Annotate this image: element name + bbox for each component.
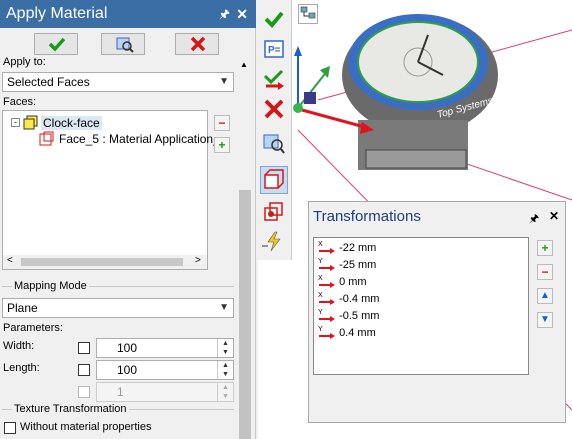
disabled-checkbox <box>78 386 90 398</box>
body-select-icon[interactable] <box>262 200 286 224</box>
tree-item-label: Face_5 : Material Application_ <box>59 132 220 146</box>
tree-item-face[interactable]: Face_5 : Material Application_ <box>39 131 220 147</box>
apply-to-select[interactable]: Selected Faces ▼ <box>2 72 234 92</box>
parameters-label: Parameters: <box>3 322 63 334</box>
add-face-button[interactable]: + <box>214 137 230 153</box>
remove-transformation-button[interactable]: − <box>537 264 553 280</box>
svg-text:P=: P= <box>268 45 281 56</box>
apply-material-panel: Apply Material 🖈 ✕ Apply to: Selected Fa… <box>0 0 256 439</box>
lightning-icon[interactable] <box>262 230 286 252</box>
width-label: Width: <box>3 340 35 352</box>
remove-face-button[interactable]: − <box>214 115 230 131</box>
vertical-scrollbar[interactable]: ▲ <box>237 60 253 439</box>
texture-transformation-label: Texture Transformation <box>12 403 129 415</box>
disabled-value: 1 <box>117 385 124 399</box>
y-scale-icon: Y <box>318 309 336 323</box>
scroll-thumb[interactable] <box>21 258 183 266</box>
transformation-value: 0 mm <box>339 276 367 288</box>
tree-item-clock-face[interactable]: - Clock-face <box>11 115 211 131</box>
mapping-mode-value: Plane <box>7 301 38 315</box>
move-down-button[interactable]: ▼ <box>537 312 553 328</box>
preview-button[interactable] <box>101 33 145 55</box>
without-material-label: Without material properties <box>20 421 152 433</box>
list-item[interactable]: Y -25 mm <box>318 257 376 273</box>
preview-icon[interactable] <box>262 132 286 154</box>
chevron-down-icon: ▼ <box>219 302 229 313</box>
close-icon[interactable]: ✕ <box>549 209 559 223</box>
scroll-left-icon[interactable]: < <box>7 255 13 266</box>
list-item[interactable]: X -22 mm <box>318 240 376 256</box>
hierarchy-icon <box>300 6 316 19</box>
x-scale-icon: X <box>318 292 336 306</box>
list-item[interactable]: X -0.4 mm <box>318 291 379 307</box>
scroll-up-icon[interactable]: ▲ <box>240 60 248 69</box>
transformation-value: -25 mm <box>339 259 377 271</box>
transformation-value: -0.5 mm <box>339 310 380 322</box>
length-label: Length: <box>3 362 40 374</box>
list-item[interactable]: Y -0.5 mm <box>318 308 379 324</box>
list-item[interactable]: Y 0.4 mm <box>318 325 376 341</box>
body-icon <box>23 115 38 130</box>
parameters-icon[interactable]: P= <box>262 38 286 60</box>
cancel-icon[interactable] <box>262 98 286 120</box>
preview-icon <box>116 37 134 53</box>
spin-icon: ▲ ▼ <box>217 383 233 401</box>
collapse-icon[interactable]: - <box>11 118 20 127</box>
ok-button[interactable] <box>34 33 78 55</box>
add-transformation-button[interactable]: + <box>537 240 553 256</box>
checkmark-icon <box>48 37 66 52</box>
spin-icon[interactable]: ▲ ▼ <box>217 361 233 379</box>
faces-label: Faces: <box>3 96 37 108</box>
disabled-input: 1 ▲ ▼ <box>96 382 234 402</box>
accept-icon[interactable] <box>262 8 286 30</box>
apply-to-value: Selected Faces <box>7 75 90 89</box>
transformation-value: -0.4 mm <box>339 293 380 305</box>
horizontal-scrollbar[interactable]: < > <box>3 255 207 269</box>
list-item[interactable]: X 0 mm <box>318 274 367 290</box>
length-value: 100 <box>117 363 138 377</box>
close-icon[interactable]: ✕ <box>236 0 248 28</box>
width-input[interactable]: 100 ▲ ▼ <box>96 338 234 358</box>
select-face-button[interactable] <box>260 166 288 194</box>
apply-to-label: Apply to: <box>3 56 46 68</box>
panel-title-bar: Apply Material 🖈 ✕ <box>0 0 256 28</box>
without-material-checkbox[interactable] <box>4 422 16 434</box>
length-input[interactable]: 100 ▲ ▼ <box>96 360 234 380</box>
scroll-thumb[interactable] <box>239 190 251 439</box>
width-value: 100 <box>117 341 138 355</box>
pin-icon[interactable]: 🖈 <box>219 0 230 28</box>
panel-title: Apply Material <box>6 5 108 22</box>
viewport-toolbar: P= <box>258 0 292 260</box>
cancel-button[interactable] <box>175 33 219 55</box>
pin-icon[interactable]: 🖈 <box>529 210 539 229</box>
scroll-right-icon[interactable]: > <box>195 255 201 266</box>
apply-next-icon[interactable] <box>262 68 286 90</box>
y-shift-icon: Y <box>318 258 336 272</box>
face-select-icon <box>264 169 284 189</box>
mapping-mode-select[interactable]: Plane ▼ <box>2 298 234 318</box>
x-shift-icon: X <box>318 275 336 289</box>
faces-tree: - Clock-face Face_5 : Material Applicati… <box>2 110 220 270</box>
x-shift-icon: X <box>318 241 336 255</box>
tree-view-button[interactable] <box>298 4 318 24</box>
transformations-list: X -22 mm Y -25 mm X 0 mm X -0.4 mm Y -0.… <box>313 237 529 375</box>
spin-icon[interactable]: ▲ ▼ <box>217 339 233 357</box>
transformations-title: Transformations <box>313 208 421 225</box>
transformation-value: -22 mm <box>339 242 377 254</box>
tree-item-label: Clock-face <box>41 116 102 130</box>
red-x-icon <box>190 36 206 52</box>
transformation-value: 0.4 mm <box>339 327 376 339</box>
y-offset-icon: Y <box>318 326 336 340</box>
length-checkbox[interactable] <box>78 364 90 376</box>
width-checkbox[interactable] <box>78 342 90 354</box>
chevron-down-icon: ▼ <box>219 76 229 87</box>
face-icon <box>39 131 54 146</box>
move-up-button[interactable]: ▲ <box>537 288 553 304</box>
mapping-mode-label: Mapping Mode <box>12 280 89 292</box>
